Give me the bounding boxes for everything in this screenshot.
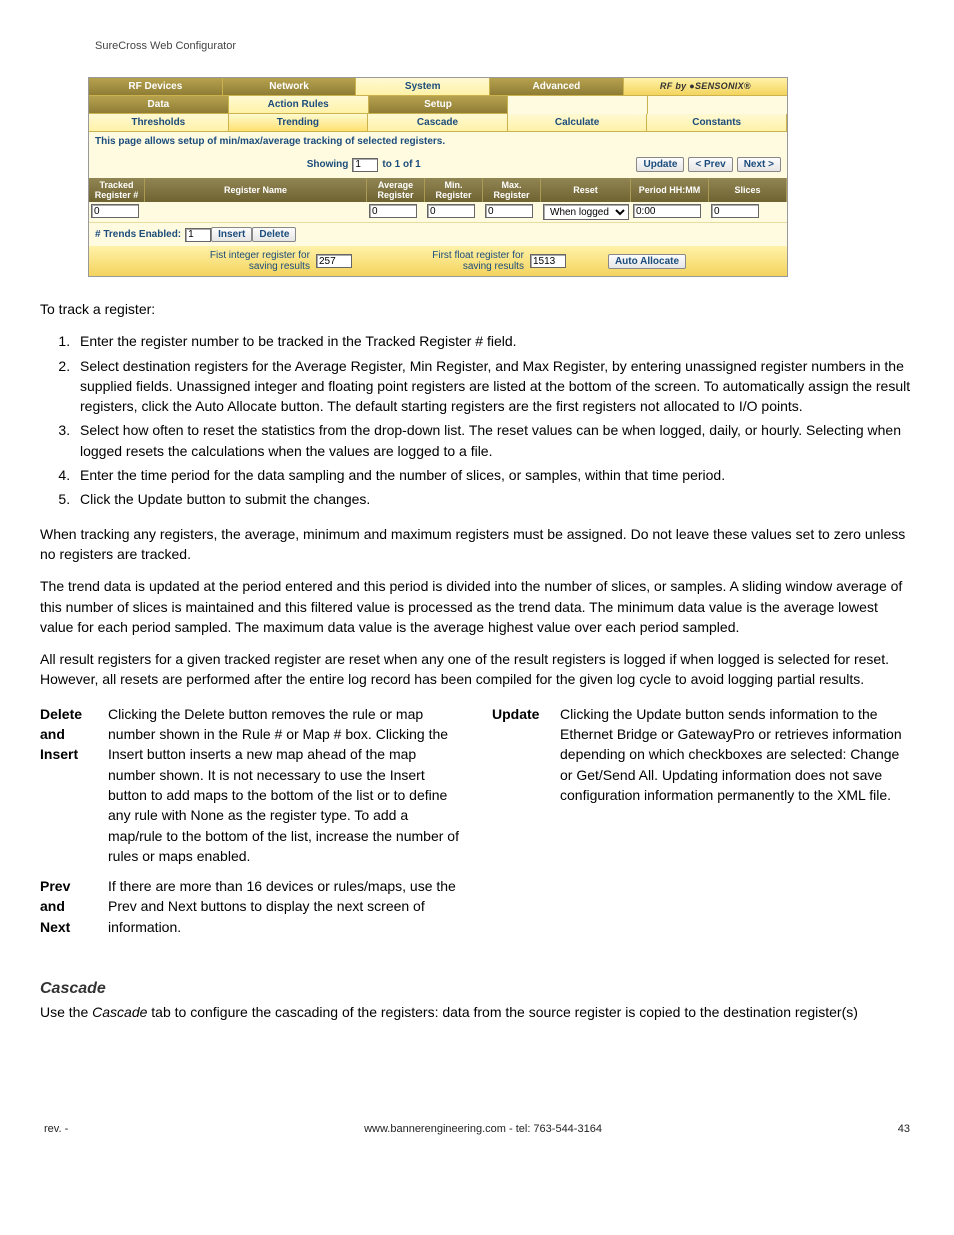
text-italic: Cascade xyxy=(92,1004,147,1020)
showing-suffix: to 1 of 1 xyxy=(382,159,420,170)
period-input[interactable] xyxy=(633,204,701,218)
int-register-label: Fist integer register for saving results xyxy=(190,250,310,272)
document-body: To track a register: Enter the register … xyxy=(40,299,914,1023)
tab-empty-2 xyxy=(648,96,787,114)
def-text-delete-insert: Clicking the Delete button removes the r… xyxy=(108,704,462,866)
list-item: Click the Update button to submit the ch… xyxy=(74,489,914,509)
col-reset: Reset xyxy=(541,178,631,202)
footer-site: www.bannerengineering.com - tel: 763-544… xyxy=(364,1123,602,1135)
brand-label: RF by ●SENSONIX® xyxy=(624,78,787,96)
cascade-heading: Cascade xyxy=(40,977,914,1000)
float-register-label: First float register for saving results xyxy=(404,250,524,272)
page-footer: rev. - www.bannerengineering.com - tel: … xyxy=(40,1123,914,1135)
tab-action-rules[interactable]: Action Rules xyxy=(229,96,369,114)
tab-setup[interactable]: Setup xyxy=(369,96,509,114)
def-text-prev-next: If there are more than 16 devices or rul… xyxy=(108,876,462,937)
paragraph: The trend data is updated at the period … xyxy=(40,576,914,637)
max-register-input[interactable] xyxy=(485,204,533,218)
tab-network[interactable]: Network xyxy=(223,78,357,96)
table-header: Tracked Register # Register Name Average… xyxy=(89,178,787,202)
showing-label: Showing xyxy=(307,159,349,170)
def-text-update: Clicking the Update button sends informa… xyxy=(560,704,914,805)
tab-system[interactable]: System xyxy=(356,78,490,96)
insert-button[interactable]: Insert xyxy=(211,227,252,242)
tab-empty-1 xyxy=(508,96,648,114)
paging-row: Showing to 1 of 1 Update < Prev Next > xyxy=(89,151,787,178)
footer-page: 43 xyxy=(898,1123,910,1135)
col-min: Min. Register xyxy=(425,178,483,202)
steps-list: Enter the register number to be tracked … xyxy=(74,331,914,509)
tab-advanced[interactable]: Advanced xyxy=(490,78,624,96)
next-button[interactable]: Next > xyxy=(737,157,781,172)
trends-enabled-label: # Trends Enabled: xyxy=(95,229,181,240)
trends-enabled-input[interactable] xyxy=(185,228,211,242)
list-item: Select how often to reset the statistics… xyxy=(74,420,914,461)
showing-input[interactable] xyxy=(352,158,378,172)
def-term-prev-next: Prev and Next xyxy=(40,876,98,937)
tab-data[interactable]: Data xyxy=(89,96,229,114)
list-item: Enter the time period for the data sampl… xyxy=(74,465,914,485)
float-register-input[interactable] xyxy=(530,254,566,268)
tab-cascade[interactable]: Cascade xyxy=(368,114,508,132)
tab-trending[interactable]: Trending xyxy=(229,114,369,132)
trends-row: # Trends Enabled: Insert Delete xyxy=(89,222,787,246)
text-span: Use the xyxy=(40,1004,92,1020)
col-max: Max. Register xyxy=(483,178,541,202)
delete-button[interactable]: Delete xyxy=(252,227,296,242)
text-span: tab to configure the cascading of the re… xyxy=(147,1004,858,1020)
intro-text: To track a register: xyxy=(40,299,914,319)
update-button[interactable]: Update xyxy=(636,157,684,172)
cascade-paragraph: Use the Cascade tab to configure the cas… xyxy=(40,1002,914,1022)
definitions: Delete and Insert Clicking the Delete bu… xyxy=(40,704,914,947)
allocate-row: Fist integer register for saving results… xyxy=(89,246,787,276)
col-register-name: Register Name xyxy=(145,178,367,202)
main-tabs: RF Devices Network System Advanced RF by… xyxy=(89,78,787,96)
reset-select[interactable]: When logged xyxy=(543,204,629,220)
paragraph: When tracking any registers, the average… xyxy=(40,524,914,565)
footer-rev: rev. - xyxy=(44,1123,68,1135)
sub-tabs-2: Thresholds Trending Cascade Calculate Co… xyxy=(89,114,787,132)
col-avg: Average Register xyxy=(367,178,425,202)
tab-constants[interactable]: Constants xyxy=(647,114,787,132)
def-term-delete-insert: Delete and Insert xyxy=(40,704,98,866)
tab-calculate[interactable]: Calculate xyxy=(508,114,648,132)
col-period: Period HH:MM xyxy=(631,178,709,202)
table-row: When logged xyxy=(89,202,787,222)
tracked-register-input[interactable] xyxy=(91,204,139,218)
prev-button[interactable]: < Prev xyxy=(688,157,732,172)
list-item: Enter the register number to be tracked … xyxy=(74,331,914,351)
slices-input[interactable] xyxy=(711,204,759,218)
tab-rf-devices[interactable]: RF Devices xyxy=(89,78,223,96)
col-slices: Slices xyxy=(709,178,787,202)
doc-header: SureCross Web Configurator xyxy=(95,40,914,52)
int-register-input[interactable] xyxy=(316,254,352,268)
def-term-update: Update xyxy=(492,704,550,805)
sub-tabs-1: Data Action Rules Setup xyxy=(89,96,787,114)
tab-thresholds[interactable]: Thresholds xyxy=(89,114,229,132)
auto-allocate-button[interactable]: Auto Allocate xyxy=(608,254,686,269)
min-register-input[interactable] xyxy=(427,204,475,218)
paragraph: All result registers for a given tracked… xyxy=(40,649,914,690)
register-name-cell xyxy=(145,204,367,220)
app-window: RF Devices Network System Advanced RF by… xyxy=(88,77,788,277)
avg-register-input[interactable] xyxy=(369,204,417,218)
list-item: Select destination registers for the Ave… xyxy=(74,356,914,417)
page-description: This page allows setup of min/max/averag… xyxy=(89,132,787,151)
col-tracked: Tracked Register # xyxy=(89,178,145,202)
